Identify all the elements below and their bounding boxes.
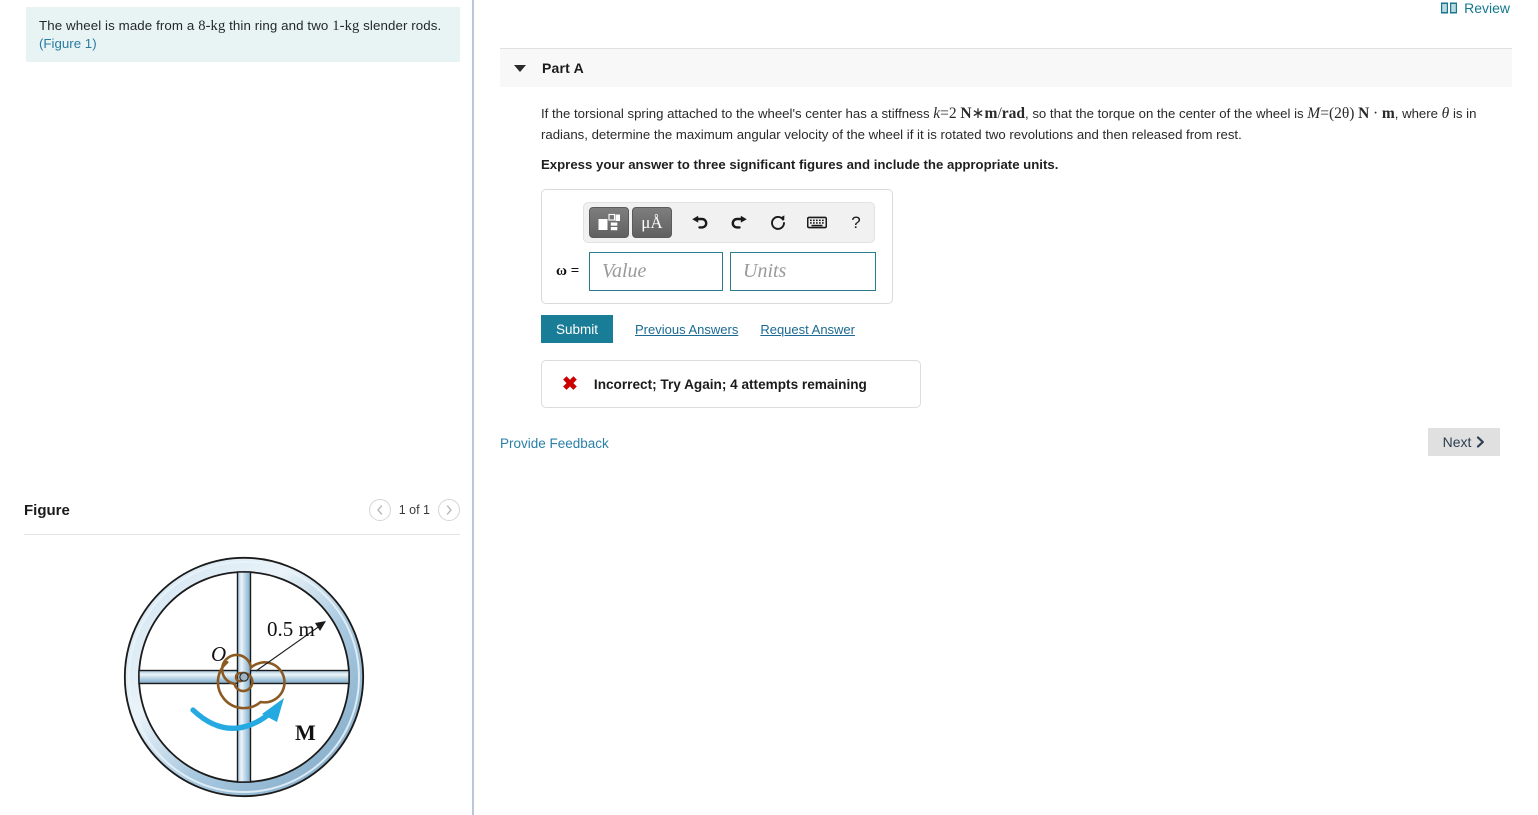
help-label: ? [851,212,861,232]
keyboard-icon[interactable] [799,207,835,238]
question-segment-2: , so that the torque on the center of th… [1025,106,1308,121]
review-label: Review [1464,0,1510,16]
moment-variable: M [1307,105,1321,122]
provide-feedback-link[interactable]: Provide Feedback [500,436,609,451]
stiffness-value: 2 [948,105,957,122]
feedback-banner: ✖ Incorrect; Try Again; 4 attempts remai… [541,360,921,408]
center-point-label: O [211,642,226,666]
figure-header: Figure 1 of 1 [24,494,460,534]
figure-next-button[interactable] [438,499,460,521]
error-x-icon: ✖ [562,373,578,395]
math-template-icon[interactable] [589,207,629,238]
figure-title: Figure [24,502,70,519]
redo-glyph [731,215,747,229]
problem-statement-text: The wheel is made from a 8-kg thin ring … [39,17,447,35]
figure-prev-button[interactable] [368,499,391,521]
stiffness-asterisk: ∗ [971,105,985,122]
chevron-left-icon [377,505,383,515]
moment-equals: = [1320,105,1329,122]
question-segment-1: If the torsional spring attached to the … [541,106,934,121]
part-a-panel: Part A If the torsional spring attached … [500,48,1512,408]
left-panel: The wheel is made from a 8-kg thin ring … [0,0,473,815]
answer-variable-label: ω = [556,263,580,279]
moment-unit-newton: N [1358,105,1370,122]
ring-mass-value: 8-kg [198,18,226,34]
request-answer-link[interactable]: Request Answer [760,322,855,337]
answer-instruction: Express your answer to three significant… [541,157,1059,172]
problem-statement-box: The wheel is made from a 8-kg thin ring … [26,7,460,62]
moment-unit-dot: · [1372,105,1379,122]
figure-diagram[interactable]: O 0.5 m M [24,538,464,815]
stiffness-unit-radian: rad [1001,105,1026,122]
next-button[interactable]: Next [1428,428,1500,456]
undo-icon[interactable] [682,207,718,238]
moment-label: M [295,720,316,745]
problem-text-segment-3: slender rods. [359,18,442,33]
part-a-label: Part A [542,60,584,76]
question-text: If the torsional spring attached to the … [541,103,1512,145]
wheel-hub [239,672,249,682]
redo-icon[interactable] [721,207,757,238]
part-a-header[interactable]: Part A [500,48,1512,87]
answer-toolbar: μÅ ? [583,202,875,243]
math-template-glyph [598,213,620,231]
page-root: The wheel is made from a 8-kg thin ring … [0,0,1538,815]
undo-glyph [692,215,708,229]
stiffness-unit-meter: m [984,105,998,122]
chevron-right-icon [446,505,452,515]
answer-input-row: ω = [556,252,876,291]
answer-widget: μÅ ? ω = Value Units [541,189,893,304]
next-label: Next [1442,434,1472,450]
figure-divider [24,534,460,535]
rod-mass-value: 1-kg [332,18,360,34]
figure-page-count: 1 of 1 [398,503,430,517]
stiffness-equals: = [940,105,949,122]
review-button[interactable]: Review [1441,0,1510,16]
answer-units-input[interactable] [730,252,876,291]
problem-text-segment-1: The wheel is made from a [39,18,199,33]
caret-down-icon[interactable] [514,64,526,72]
help-icon[interactable]: ? [838,207,874,238]
micro-angstrom-units-icon[interactable]: μÅ [632,207,672,238]
previous-answers-link[interactable]: Previous Answers [635,322,738,337]
keyboard-glyph [807,216,827,229]
reset-glyph [771,214,785,230]
footer-row: Provide Feedback Next [500,428,1512,464]
answer-value-input[interactable] [589,252,723,291]
book-icon [1441,2,1458,13]
feedback-message: Incorrect; Try Again; 4 attempts remaini… [593,376,867,392]
reset-icon[interactable] [760,207,796,238]
figure-pager: 1 of 1 [368,499,460,521]
part-a-body: If the torsional spring attached to the … [500,87,1512,408]
units-button-label: μÅ [641,212,663,232]
figure-reference-link[interactable]: (Figure 1) [39,36,447,51]
wheel-diagram-svg: O 0.5 m M [123,556,365,798]
moment-unit-meter: m [1381,105,1395,122]
submit-button[interactable]: Submit [541,315,613,343]
problem-text-segment-2: thin ring and two [225,18,333,33]
moment-expression: (2θ) [1328,105,1355,122]
chevron-right-icon [1477,436,1485,448]
question-segment-3: , where [1394,106,1442,121]
submit-row: Submit Previous Answers Request Answer [541,315,1512,343]
stiffness-unit-newton: N [960,105,972,122]
radius-label: 0.5 m [267,617,315,641]
right-panel: Review Part A If the torsional spring at… [474,0,1538,815]
